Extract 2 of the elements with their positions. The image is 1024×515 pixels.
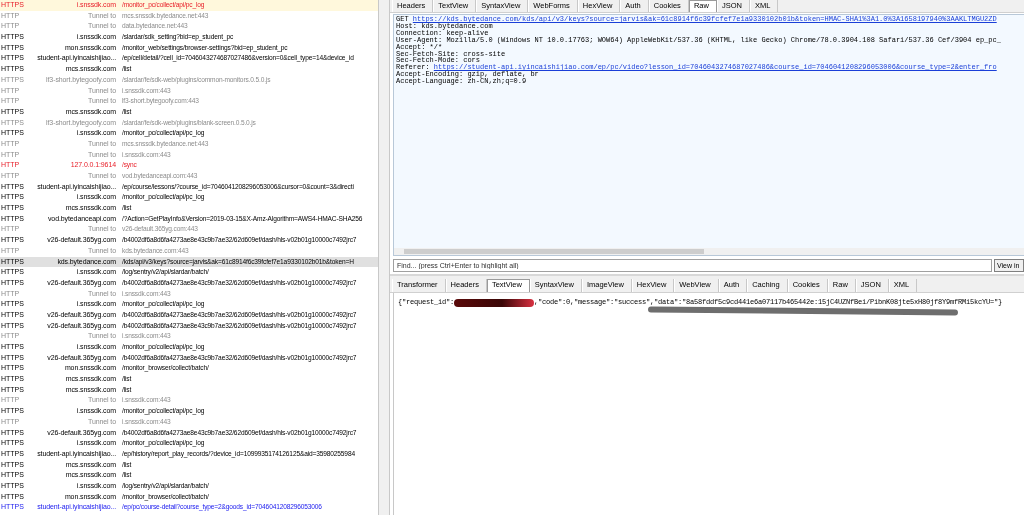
horizontal-scrollbar[interactable] [394,248,1024,255]
splitter[interactable] [378,0,390,515]
